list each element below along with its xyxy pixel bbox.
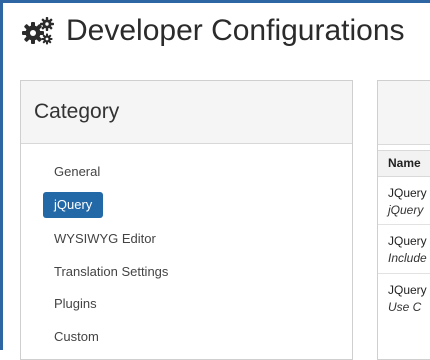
setting-name: JQuery <box>388 234 427 248</box>
category-item-wysiwyg-editor[interactable]: WYSIWYG Editor <box>43 226 167 252</box>
settings-panel: Name JQuery jQuery JQuery Include JQuery… <box>377 80 430 360</box>
category-item-jquery[interactable]: jQuery <box>43 192 104 218</box>
page-title-text: Developer Configurations <box>66 14 405 47</box>
category-item-plugins[interactable]: Plugins <box>43 291 108 317</box>
setting-description: jQuery <box>388 203 424 217</box>
category-heading: Category <box>21 81 352 144</box>
setting-description: Include <box>388 251 427 265</box>
category-item-general[interactable]: General <box>43 159 111 185</box>
setting-name: JQuery <box>388 186 427 200</box>
setting-name: JQuery <box>388 283 427 297</box>
category-panel: Category General jQuery WYSIWYG Editor T… <box>20 80 353 360</box>
category-item-custom[interactable]: Custom <box>43 324 110 350</box>
settings-panel-header <box>378 81 430 145</box>
category-item-translation-settings[interactable]: Translation Settings <box>43 259 179 285</box>
name-column-header: Name <box>378 150 430 177</box>
settings-row[interactable]: JQuery jQuery <box>378 177 430 225</box>
page-title: Developer Configurations <box>22 14 405 48</box>
settings-row[interactable]: JQuery Include <box>378 225 430 274</box>
setting-description: Use C <box>388 300 422 314</box>
settings-row[interactable]: JQuery Use C <box>378 274 430 322</box>
gears-icon <box>22 16 56 46</box>
